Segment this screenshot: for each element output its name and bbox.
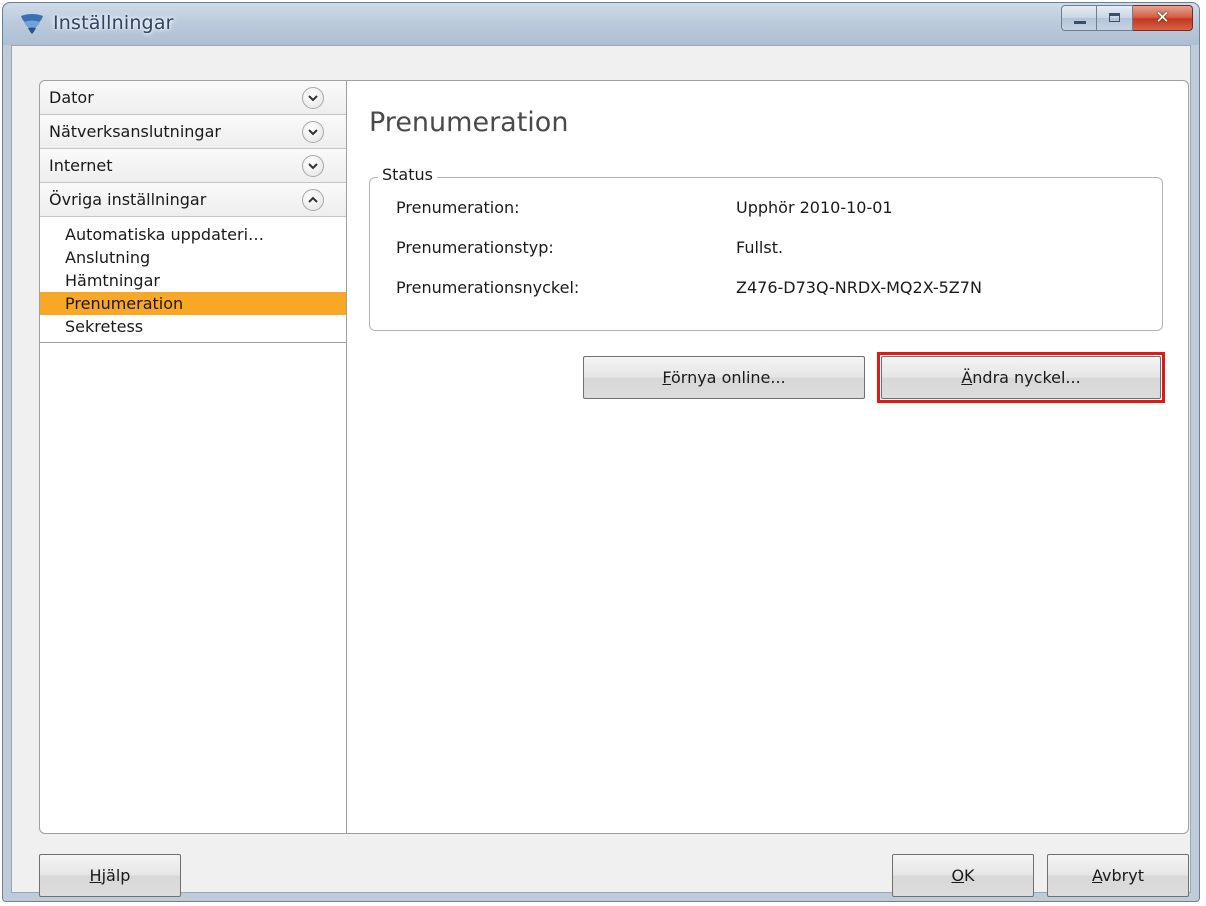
category-label: Övriga inställningar — [49, 190, 207, 209]
sidebar-item-prenumeration[interactable]: Prenumeration — [40, 292, 346, 315]
renew-online-button[interactable]: Förnya online... — [583, 356, 865, 399]
status-group-legend: Status — [378, 165, 437, 184]
status-label: Prenumerationsnyckel: — [396, 278, 580, 297]
button-label: örnya online... — [670, 368, 786, 387]
window-title: Inställningar — [53, 12, 174, 34]
status-row-prenumerationsnyckel: Prenumerationsnyckel: Z476-D73Q-NRDX-MQ2… — [396, 278, 982, 297]
maximize-icon — [1109, 13, 1120, 22]
status-label: Prenumerationstyp: — [396, 238, 554, 257]
status-row-prenumerationstyp: Prenumerationstyp: Fullst. — [396, 238, 783, 257]
caption-buttons: ✕ — [1061, 5, 1193, 33]
sidebar-item-automatiska-uppdateringar[interactable]: Automatiska uppdateri… — [40, 223, 346, 246]
close-button[interactable]: ✕ — [1133, 5, 1193, 31]
page-title: Prenumeration — [369, 107, 569, 138]
subcategory-list: Automatiska uppdateri… Anslutning Hämtni… — [40, 217, 346, 343]
subscription-key-value: Z476-D73Q-NRDX-MQ2X-5Z7N — [736, 278, 982, 297]
dialog-client-area: Dator Nätverksanslutningar Internet Övri… — [11, 45, 1191, 897]
chevron-down-icon[interactable] — [302, 121, 324, 143]
status-label: Prenumeration: — [396, 198, 520, 217]
settings-window: Inställningar ✕ Dator Nätverksanslutning… — [2, 2, 1200, 902]
help-button[interactable]: Hjälp — [39, 854, 181, 897]
status-value: Upphör 2010-10-01 — [736, 198, 893, 217]
category-natverksanslutningar[interactable]: Nätverksanslutningar — [40, 115, 346, 149]
minimize-button[interactable] — [1061, 5, 1097, 31]
status-row-prenumeration: Prenumeration: Upphör 2010-10-01 — [396, 198, 893, 217]
ok-button[interactable]: OK — [892, 854, 1034, 897]
category-dator[interactable]: Dator — [40, 81, 346, 115]
close-icon: ✕ — [1155, 8, 1170, 28]
content-pane: Prenumeration Status Prenumeration: Upph… — [347, 81, 1188, 833]
cancel-button[interactable]: Avbryt — [1047, 854, 1189, 897]
accelerator-key: O — [951, 866, 965, 885]
chevron-down-icon[interactable] — [302, 87, 324, 109]
minimize-icon — [1074, 21, 1086, 24]
app-shield-icon — [21, 14, 43, 34]
sidebar-item-hamtningar[interactable]: Hämtningar — [40, 269, 346, 292]
accelerator-key: A — [1092, 866, 1103, 885]
settings-panel: Dator Nätverksanslutningar Internet Övri… — [39, 80, 1189, 834]
status-group: Status Prenumeration: Upphör 2010-10-01 … — [369, 165, 1163, 331]
category-label: Nätverksanslutningar — [49, 122, 221, 141]
status-value: Fullst. — [736, 238, 784, 257]
chevron-up-icon[interactable] — [302, 189, 324, 211]
button-label: jälp — [101, 866, 131, 885]
category-label: Internet — [49, 156, 113, 175]
button-label: K — [964, 866, 975, 885]
category-label: Dator — [49, 88, 94, 107]
button-label: vbryt — [1102, 866, 1144, 885]
highlight-box — [877, 352, 1165, 403]
title-bar[interactable]: Inställningar ✕ — [3, 3, 1199, 45]
sidebar-item-sekretess[interactable]: Sekretess — [40, 315, 346, 338]
chevron-down-icon[interactable] — [302, 155, 324, 177]
settings-navigation: Dator Nätverksanslutningar Internet Övri… — [40, 81, 347, 833]
sidebar-item-anslutning[interactable]: Anslutning — [40, 246, 346, 269]
accelerator-key: H — [89, 866, 102, 885]
maximize-button[interactable] — [1097, 5, 1133, 31]
accelerator-key: F — [662, 368, 671, 387]
category-internet[interactable]: Internet — [40, 149, 346, 183]
category-ovriga-installningar[interactable]: Övriga inställningar — [40, 183, 346, 217]
